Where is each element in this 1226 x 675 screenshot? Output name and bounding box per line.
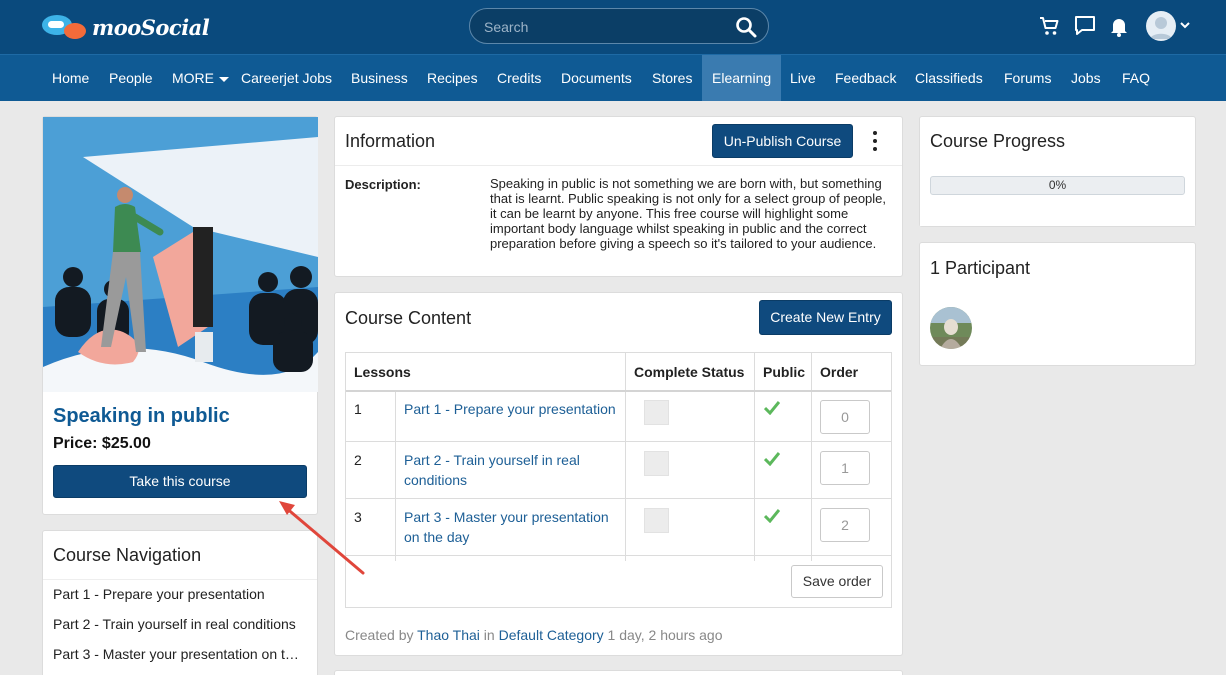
order-input[interactable] [820, 508, 870, 542]
nav-item-feedback[interactable]: Feedback [825, 55, 906, 101]
save-order-button[interactable]: Save order [791, 565, 883, 598]
course-nav-item-2[interactable]: Part 2 - Train yourself in real conditio… [53, 616, 303, 632]
complete-status-checkbox[interactable] [644, 451, 669, 476]
participant-photo [930, 307, 972, 349]
complete-status-checkbox[interactable] [644, 508, 669, 533]
check-icon [764, 401, 780, 415]
progress-bar: 0% [930, 176, 1185, 195]
description-text: Speaking in public is not something we a… [490, 176, 887, 251]
course-card: Speaking in public Price: $25.00 Take th… [42, 116, 318, 515]
course-nav-item-3[interactable]: Part 3 - Master your presentation on the… [53, 646, 303, 662]
progress-label: 0% [1048, 178, 1067, 192]
user-icon [1150, 17, 1172, 39]
column-header-lessons: Lessons [354, 364, 411, 380]
site-logo[interactable]: mooSocial [42, 13, 210, 41]
check-icon [764, 509, 780, 523]
search-box [469, 8, 769, 44]
unpublish-course-button[interactable]: Un-Publish Course [712, 124, 853, 158]
logo-bubbles-icon [42, 13, 88, 41]
search-icon[interactable] [734, 15, 758, 39]
information-title: Information [345, 131, 436, 151]
nav-item-elearning[interactable]: Elearning [702, 55, 781, 101]
nav-item-more[interactable]: MORE [162, 55, 239, 101]
nav-more-label: MORE [172, 70, 214, 86]
column-header-complete-status: Complete Status [634, 364, 745, 380]
nav-item-classifieds[interactable]: Classifieds [905, 55, 993, 101]
created-by-meta: Created by Thao Thai in Default Category… [345, 627, 722, 643]
course-navigation-title: Course Navigation [53, 545, 202, 565]
top-header: mooSocial [0, 0, 1226, 54]
author-link[interactable]: Thao Thai [417, 627, 480, 643]
nav-item-forums[interactable]: Forums [994, 55, 1061, 101]
check-icon [764, 452, 780, 466]
lesson-link[interactable]: Part 3 - Master your presentation on the… [404, 507, 624, 547]
next-card [334, 670, 903, 675]
lessons-table: Lessons Complete Status Public Order 1 P… [345, 352, 892, 608]
chat-icon[interactable] [1073, 14, 1097, 38]
bell-icon[interactable] [1107, 14, 1131, 38]
nav-item-business[interactable]: Business [341, 55, 418, 101]
course-progress-card: Course Progress 0% [919, 116, 1196, 227]
public-speaking-illustration [43, 117, 318, 392]
user-avatar[interactable] [1146, 11, 1176, 41]
column-header-public: Public [763, 364, 806, 380]
category-link[interactable]: Default Category [499, 627, 604, 643]
nav-item-home[interactable]: Home [42, 55, 99, 101]
cart-icon[interactable] [1038, 14, 1062, 38]
lesson-number: 2 [354, 452, 362, 468]
course-price: Price: $25.00 [53, 435, 151, 452]
participants-card: 1 Participant [919, 242, 1196, 366]
course-progress-title: Course Progress [930, 131, 1066, 151]
chevron-down-icon[interactable] [1179, 19, 1191, 31]
lesson-link[interactable]: Part 2 - Train yourself in real conditio… [404, 450, 624, 490]
nav-item-recipes[interactable]: Recipes [417, 55, 488, 101]
create-new-entry-button[interactable]: Create New Entry [759, 300, 892, 335]
participant-avatar[interactable] [930, 307, 972, 349]
participants-title: 1 Participant [930, 258, 1031, 278]
created-by-label: Created by [345, 627, 414, 643]
course-title[interactable]: Speaking in public [53, 405, 230, 428]
nav-item-live[interactable]: Live [780, 55, 826, 101]
column-header-order: Order [820, 364, 859, 380]
information-card: Information Un-Publish Course Descriptio… [334, 116, 903, 277]
nav-item-credits[interactable]: Credits [487, 55, 551, 101]
logo-text: mooSocial [92, 14, 210, 40]
nav-item-people[interactable]: People [99, 55, 163, 101]
search-input[interactable] [484, 17, 724, 37]
nav-item-careerjet-jobs[interactable]: Careerjet Jobs [231, 55, 342, 101]
description-label: Description: [345, 177, 421, 192]
order-input[interactable] [820, 400, 870, 434]
nav-item-faq[interactable]: FAQ [1112, 55, 1160, 101]
main-nav: Home People MORE Careerjet Jobs Business… [0, 54, 1226, 101]
take-course-button[interactable]: Take this course [53, 465, 307, 498]
in-label: in [483, 627, 495, 643]
nav-item-stores[interactable]: Stores [642, 55, 702, 101]
lesson-link[interactable]: Part 1 - Prepare your presentation [404, 399, 624, 419]
divider [335, 165, 902, 166]
timestamp: 1 day, 2 hours ago [607, 627, 723, 643]
lesson-number: 1 [354, 401, 362, 417]
nav-item-jobs[interactable]: Jobs [1061, 55, 1111, 101]
course-content-card: Course Content Create New Entry Lessons … [334, 292, 903, 656]
more-options-icon[interactable] [872, 130, 878, 152]
course-content-title: Course Content [345, 308, 472, 328]
order-input[interactable] [820, 451, 870, 485]
course-image[interactable] [43, 117, 318, 392]
complete-status-checkbox[interactable] [644, 400, 669, 425]
annotation-arrow-icon [279, 501, 365, 575]
caret-down-icon [219, 76, 229, 82]
nav-item-documents[interactable]: Documents [551, 55, 642, 101]
course-nav-item-1[interactable]: Part 1 - Prepare your presentation [53, 586, 303, 602]
